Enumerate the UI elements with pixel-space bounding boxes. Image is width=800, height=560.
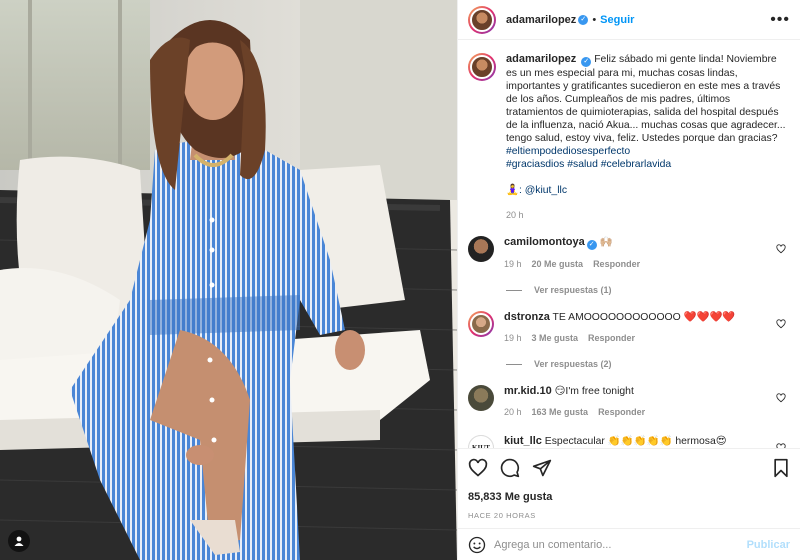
comment-time: 20 h [504,407,522,417]
replies-line [506,289,522,291]
more-icon[interactable]: ••• [770,11,790,29]
comment-item: camilomontoya ✓ 🙌🏼 19 h 20 Me gusta Respo… [468,236,790,271]
author-username[interactable]: adamarilopez [506,14,576,26]
comment-text: 😏I'm free tonight [554,386,634,397]
caption-avatar[interactable] [468,53,496,81]
comment-like-heart-icon[interactable] [776,244,786,254]
comment-composer: Agrega un comentario... Publicar [458,528,800,560]
verified-badge-icon: ✓ [581,57,592,67]
verified-badge-icon: ✓ [586,240,597,250]
mention-link[interactable]: 🧘‍♀️: @kiut_llc [506,185,567,196]
comment-avatar[interactable] [468,385,494,411]
caption-text: Feliz sábado mi gente linda! Noviembre e… [506,54,786,144]
share-icon[interactable] [532,458,552,478]
reply-button[interactable]: Responder [593,258,640,271]
hashtag-links[interactable]: #graciasdios #salud #celebrarlavida [506,159,671,170]
hashtag-link[interactable]: #eltiempodediosesperfecto [506,146,630,157]
comment-avatar[interactable] [468,236,494,262]
likes-count[interactable]: 85,833 Me gusta [468,491,790,503]
comment-username[interactable]: mr.kid.10 [504,385,552,397]
comment-item: mr.kid.10 😏I'm free tonight 20 h 163 Me … [468,385,790,419]
view-replies-button[interactable]: Ver respuestas (1) [506,285,790,295]
comment-username[interactable]: kiut_llc [504,435,542,447]
reply-button[interactable]: Responder [588,332,635,345]
emoji-icon[interactable] [468,536,486,554]
post-caption: adamarilopez ✓ Feliz sábado mi gente lind… [468,53,790,222]
verified-badge-icon: ✓ [578,14,589,25]
post-actions: 85,833 Me gusta HACE 20 HORAS [458,448,800,528]
comment-input[interactable]: Agrega un comentario... [494,539,739,551]
view-replies-label: Ver respuestas (1) [534,285,612,295]
post-timestamp: HACE 20 HORAS [468,511,536,520]
author-avatar[interactable] [468,5,496,34]
comment-username[interactable]: dstronza [504,311,550,323]
comment-time: 19 h [504,259,522,269]
comment-text: TE AMOOOOOOOOOOOO ❤️❤️❤️❤️ [552,312,736,323]
comment-like-heart-icon[interactable] [776,319,786,329]
comment-likes[interactable]: 163 Me gusta [532,406,589,419]
post-photo[interactable] [0,0,457,560]
comment-time: 19 h [504,333,522,343]
comment-icon[interactable] [500,458,520,478]
comment-item: dstronza TE AMOOOOOOOOOOOO ❤️❤️❤️❤️ 19 h… [468,311,790,345]
heart-icon[interactable] [468,458,488,478]
comment-likes[interactable]: 20 Me gusta [532,258,584,271]
replies-line [506,363,522,365]
follow-button[interactable]: Seguir [600,14,634,26]
view-replies-label: Ver respuestas (2) [534,359,612,369]
comment-avatar[interactable]: KIUT [468,435,494,448]
comment-text: 🙌🏼 [599,237,613,248]
comment-username[interactable]: camilomontoya [504,236,585,248]
publish-button[interactable]: Publicar [747,539,790,551]
view-replies-button[interactable]: Ver respuestas (2) [506,359,790,369]
comment-avatar[interactable] [468,311,494,337]
comment-item: KIUT kiut_llc Espectacular 👏👏👏👏👏 hermosa… [468,435,790,448]
comment-likes[interactable]: 3 Me gusta [532,332,579,345]
comment-text: Espectacular 👏👏👏👏👏 hermosa😍 [544,436,727,447]
photo-illustration [0,0,457,560]
comment-like-heart-icon[interactable] [776,393,786,403]
user-tag-icon[interactable] [8,530,30,552]
reply-button[interactable]: Responder [598,406,645,419]
separator-dot: • [592,13,597,26]
caption-username[interactable]: adamarilopez [506,53,576,65]
bookmark-icon[interactable] [772,458,790,478]
comments-list[interactable]: adamarilopez ✓ Feliz sábado mi gente lind… [458,41,800,448]
post-header: adamarilopez ✓ • Seguir ••• [458,0,800,40]
post-panel: adamarilopez ✓ • Seguir ••• adamarilopez… [457,0,800,560]
caption-time: 20 h [506,210,524,220]
